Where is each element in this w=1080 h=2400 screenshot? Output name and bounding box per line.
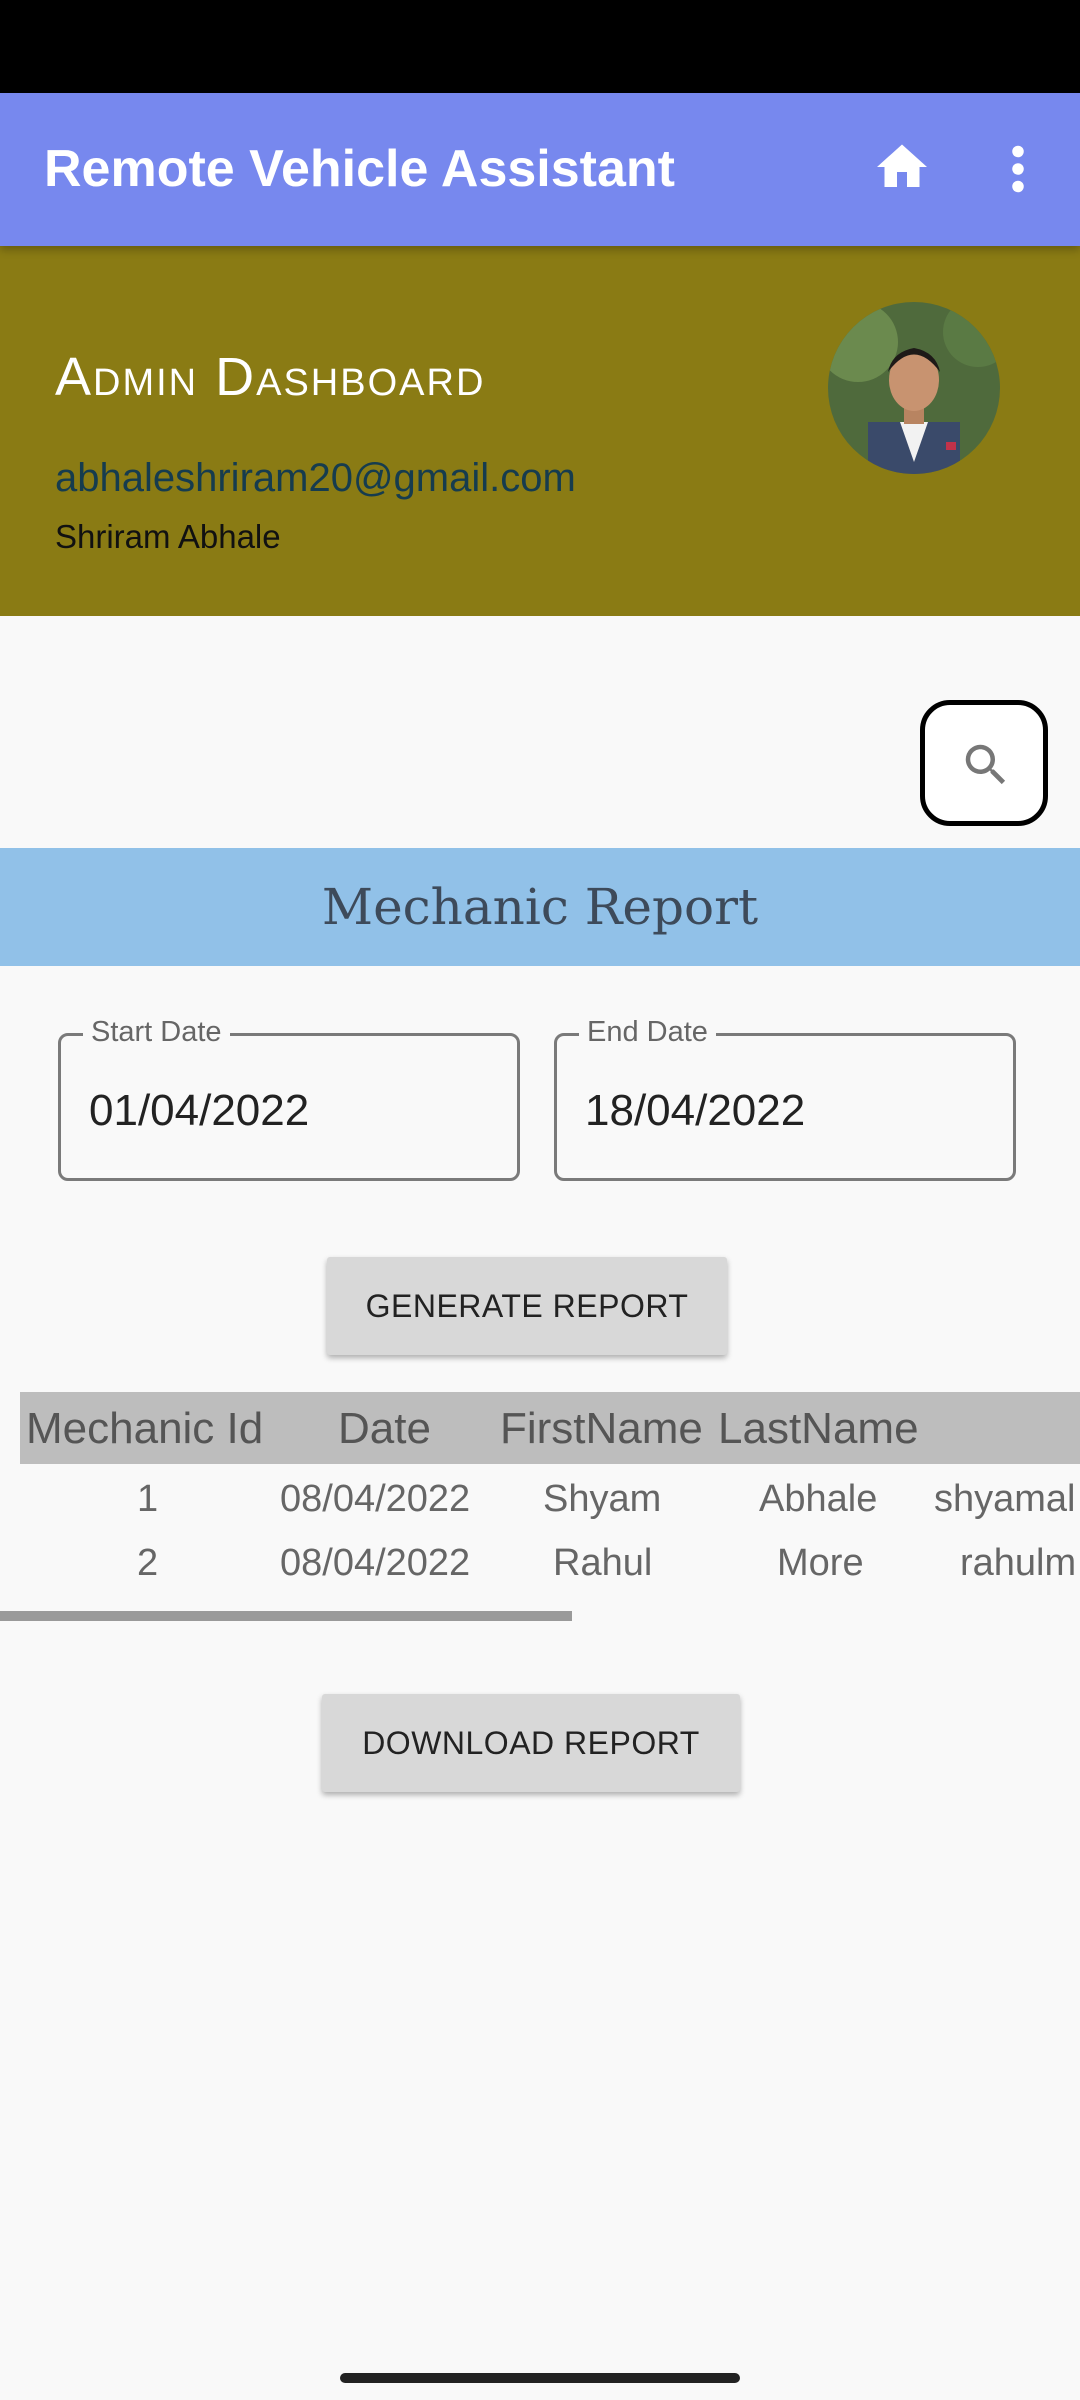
search-icon bbox=[965, 744, 1006, 785]
table-cell: 2 bbox=[137, 1542, 159, 1584]
end-date-value: 18/04/2022 bbox=[585, 1086, 806, 1135]
end-date-field[interactable]: End Date 18/04/2022 bbox=[554, 1016, 1016, 1181]
column-header: LastName bbox=[718, 1404, 919, 1453]
end-date-label: End Date bbox=[579, 1016, 716, 1049]
user-name: Shriram Abhale bbox=[55, 518, 281, 555]
table-cell: Abhale bbox=[759, 1478, 878, 1520]
admin-header: Admin Dashboard abhaleshriram20@gmail.co… bbox=[0, 246, 1080, 616]
report-table[interactable]: Mechanic Id Date FirstName LastName 1 08… bbox=[20, 1392, 1080, 1612]
start-date-value: 01/04/2022 bbox=[89, 1086, 310, 1135]
start-date-label: Start Date bbox=[83, 1016, 230, 1049]
dashboard-title: Admin Dashboard bbox=[55, 347, 486, 407]
column-header: Date bbox=[338, 1404, 431, 1453]
generate-report-button[interactable]: GENERATE REPORT bbox=[327, 1257, 727, 1355]
generate-report-label: GENERATE REPORT bbox=[365, 1288, 689, 1324]
download-report-label: DOWNLOAD REPORT bbox=[362, 1725, 700, 1761]
app-bar: Remote Vehicle Assistant bbox=[0, 93, 1080, 246]
table-cell: 08/04/2022 bbox=[280, 1542, 471, 1584]
table-header: Mechanic Id Date FirstName LastName bbox=[20, 1392, 1080, 1464]
status-bar bbox=[0, 0, 1080, 93]
more-vert-icon[interactable] bbox=[1000, 139, 1036, 199]
avatar[interactable] bbox=[828, 302, 1000, 474]
download-report-button[interactable]: DOWNLOAD REPORT bbox=[322, 1694, 740, 1792]
home-icon[interactable] bbox=[872, 137, 932, 197]
table-cell: 1 bbox=[137, 1478, 159, 1520]
report-title: Mechanic Report bbox=[321, 878, 759, 936]
start-date-field[interactable]: Start Date 01/04/2022 bbox=[58, 1016, 520, 1181]
column-header: Mechanic Id bbox=[26, 1404, 264, 1453]
gesture-nav-bar[interactable] bbox=[340, 2373, 740, 2383]
user-email: abhaleshriram20@gmail.com bbox=[55, 456, 576, 500]
table-cell: Rahul bbox=[553, 1542, 653, 1584]
table-cell: shyamal bbox=[934, 1478, 1076, 1520]
horizontal-scrollbar[interactable] bbox=[0, 1611, 572, 1621]
search-button[interactable] bbox=[920, 700, 1048, 826]
report-banner: Mechanic Report bbox=[0, 848, 1080, 966]
app-title: Remote Vehicle Assistant bbox=[44, 140, 675, 198]
column-header: FirstName bbox=[500, 1404, 703, 1453]
table-cell: 08/04/2022 bbox=[280, 1478, 471, 1520]
table-cell: rahulm bbox=[960, 1542, 1077, 1584]
table-cell: More bbox=[777, 1542, 864, 1584]
table-cell: Shyam bbox=[543, 1478, 662, 1520]
